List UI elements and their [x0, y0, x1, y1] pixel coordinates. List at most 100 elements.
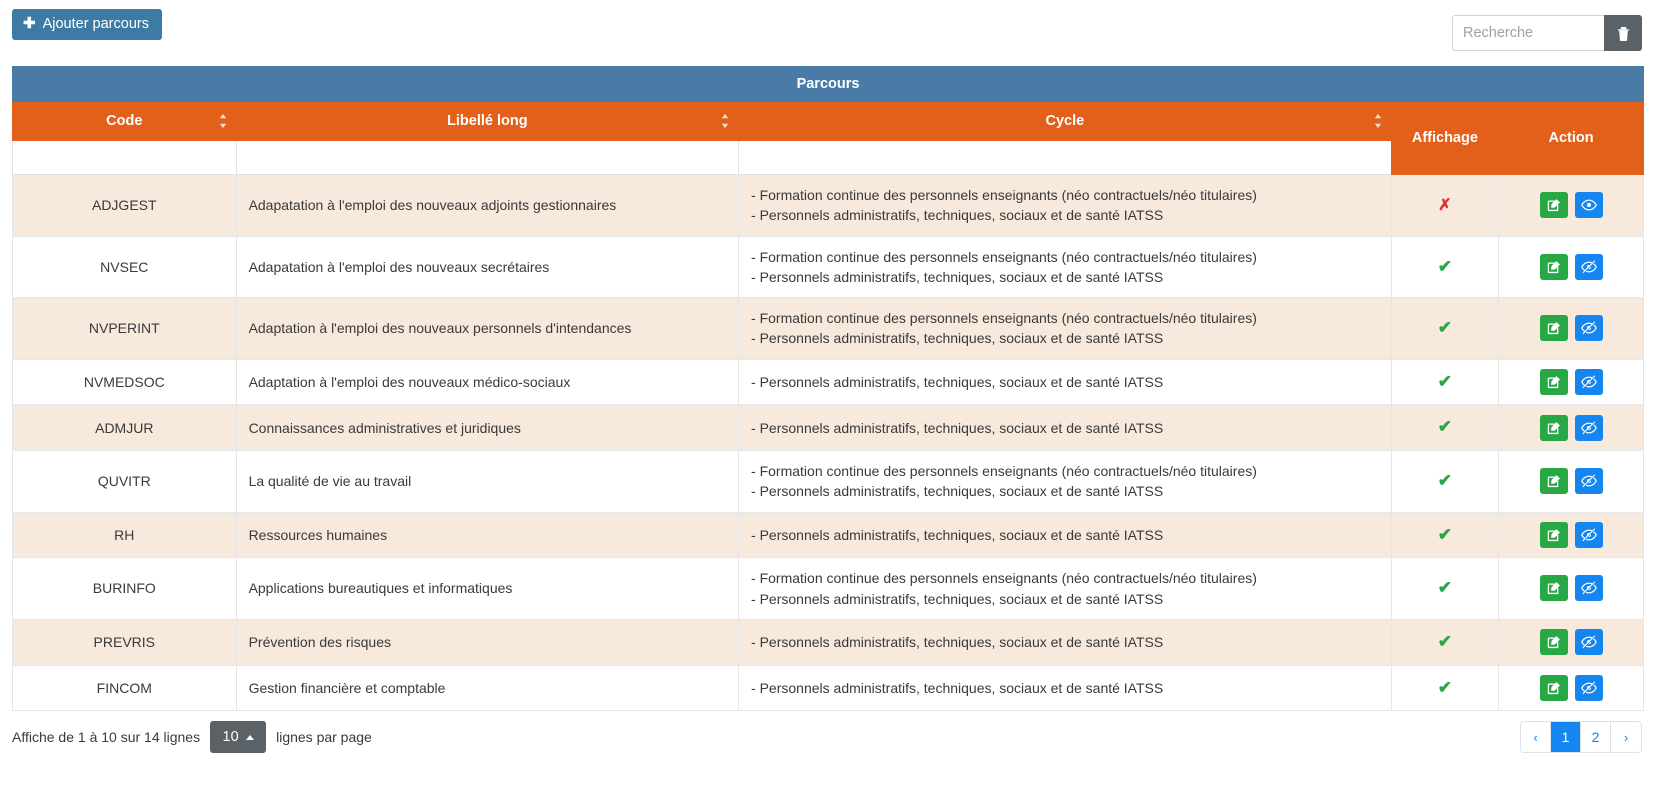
cycle-line: - Personnels administratifs, techniques,…	[751, 330, 1164, 347]
pagination-prev[interactable]: ‹	[1521, 722, 1551, 753]
cell-action	[1498, 664, 1644, 712]
edit-button[interactable]	[1539, 674, 1568, 701]
table-row: NVMEDSOC Adaptation à l'emploi des nouvea…	[12, 358, 1644, 406]
cell-action	[1498, 297, 1644, 360]
toggle-visibility-button[interactable]	[1574, 468, 1603, 495]
cell-libelle-long: Adaptation à l'emploi des nouveaux médic…	[235, 358, 740, 406]
action-button-group	[1539, 674, 1603, 701]
edit-icon	[1547, 421, 1560, 434]
plus-icon: ✚	[23, 15, 36, 32]
cell-action	[1498, 174, 1644, 237]
cell-affichage: ✔	[1390, 297, 1500, 360]
sort-icon	[219, 114, 227, 129]
edit-button[interactable]	[1539, 253, 1568, 280]
toggle-visibility-button[interactable]	[1574, 521, 1603, 548]
cell-cycle: - Formation continue des personnels ense…	[738, 297, 1392, 360]
edit-icon	[1547, 681, 1560, 694]
check-icon: ✔	[1437, 318, 1452, 338]
action-button-group	[1539, 315, 1603, 342]
toggle-visibility-button[interactable]	[1574, 575, 1603, 602]
edit-icon	[1547, 636, 1560, 649]
edit-icon	[1547, 528, 1560, 541]
filter-cell-cycle	[738, 140, 1392, 175]
edit-icon	[1547, 582, 1560, 595]
column-header-action: Action	[1498, 101, 1644, 175]
filter-input-libelle-long[interactable]	[236, 142, 739, 173]
cell-action	[1498, 557, 1644, 620]
column-header-libelle-long[interactable]: Libellé long	[235, 101, 740, 141]
cell-libelle-long: La qualité de vie au travail	[235, 450, 740, 513]
table-row: NVSEC Adapatation à l'emploi des nouveaux…	[12, 235, 1644, 299]
cell-affichage: ✗	[1390, 174, 1500, 237]
table-title-row: Parcours	[12, 66, 1644, 102]
cycle-line: - Personnels administratifs, techniques,…	[751, 590, 1164, 607]
cell-affichage: ✔	[1390, 664, 1500, 712]
cell-code: FINCOM	[12, 664, 237, 712]
sort-icon	[1374, 114, 1382, 129]
cell-action	[1498, 618, 1644, 666]
cell-code: PREVRIS	[12, 618, 237, 666]
filter-input-code[interactable]	[13, 142, 236, 173]
edit-button[interactable]	[1539, 315, 1568, 342]
edit-button[interactable]	[1539, 575, 1568, 602]
cell-code: NVMEDSOC	[12, 358, 237, 406]
eye-icon	[1580, 199, 1597, 211]
table-body: ADJGEST Adapatation à l'emploi des nouvea…	[12, 174, 1644, 712]
cycle-line: - Formation continue des personnels ense…	[751, 310, 1257, 327]
check-icon: ✔	[1437, 677, 1452, 697]
toggle-visibility-button[interactable]	[1574, 253, 1603, 280]
clear-search-button[interactable]	[1604, 15, 1642, 51]
cycle-line: - Personnels administratifs, techniques,…	[751, 634, 1164, 651]
cell-libelle-long: Adaptation à l'emploi des nouveaux perso…	[235, 297, 740, 360]
cell-cycle: - Personnels administratifs, techniques,…	[738, 358, 1392, 406]
edit-button[interactable]	[1539, 368, 1568, 395]
search-input[interactable]	[1452, 15, 1604, 51]
pagination-page-1[interactable]: 1	[1551, 722, 1581, 753]
toggle-visibility-button[interactable]	[1574, 414, 1603, 441]
toggle-visibility-button[interactable]	[1574, 192, 1603, 219]
edit-button[interactable]	[1539, 521, 1568, 548]
column-header-cycle[interactable]: Cycle	[738, 101, 1392, 141]
pagination-next[interactable]: ›	[1611, 722, 1641, 753]
cell-libelle-long: Applications bureautiques et informatiqu…	[235, 557, 740, 620]
eye-slash-icon	[1580, 681, 1597, 695]
action-button-group	[1539, 575, 1603, 602]
edit-button[interactable]	[1539, 414, 1568, 441]
cell-action	[1498, 450, 1644, 513]
edit-button[interactable]	[1539, 192, 1568, 219]
trash-icon	[1617, 26, 1629, 41]
pagination-page-2[interactable]: 2	[1581, 722, 1611, 753]
eye-slash-icon	[1580, 528, 1597, 542]
toggle-visibility-button[interactable]	[1574, 368, 1603, 395]
toggle-visibility-button[interactable]	[1574, 629, 1603, 656]
filter-cell-code	[12, 140, 237, 175]
action-button-group	[1539, 629, 1603, 656]
edit-button[interactable]	[1539, 468, 1568, 495]
toggle-visibility-button[interactable]	[1574, 674, 1603, 701]
cycle-line: - Personnels administratifs, techniques,…	[751, 483, 1164, 500]
filter-input-cycle[interactable]	[739, 142, 1391, 173]
table-header-row: Code Libellé long Cycle Affichage Action	[12, 101, 1644, 175]
table-row: BURINFO Applications bureautiques et info…	[12, 557, 1644, 620]
add-parcours-button[interactable]: ✚ Ajouter parcours	[12, 9, 162, 40]
check-icon: ✔	[1437, 371, 1452, 391]
cycle-line: - Formation continue des personnels ense…	[751, 187, 1257, 203]
edit-button[interactable]	[1539, 629, 1568, 656]
eye-slash-icon	[1580, 582, 1597, 596]
cycle-line: - Personnels administratifs, techniques,…	[751, 268, 1164, 285]
cycle-line: - Personnels administratifs, techniques,…	[751, 207, 1164, 224]
column-header-code[interactable]: Code	[12, 101, 237, 141]
action-button-group	[1539, 192, 1603, 219]
cycle-line: - Personnels administratifs, techniques,…	[751, 679, 1164, 696]
cell-code: ADMJUR	[12, 404, 237, 452]
check-icon: ✔	[1437, 417, 1452, 437]
table-row: ADJGEST Adapatation à l'emploi des nouvea…	[12, 174, 1644, 237]
cycle-line: - Personnels administratifs, techniques,…	[751, 419, 1164, 436]
cell-affichage: ✔	[1390, 557, 1500, 620]
toggle-visibility-button[interactable]	[1574, 315, 1603, 342]
eye-slash-icon	[1580, 375, 1597, 389]
column-header-affichage: Affichage	[1390, 101, 1500, 175]
page-size-dropdown[interactable]: 10	[210, 721, 267, 754]
check-icon: ✔	[1437, 631, 1452, 651]
cell-libelle-long: Prévention des risques	[235, 618, 740, 666]
